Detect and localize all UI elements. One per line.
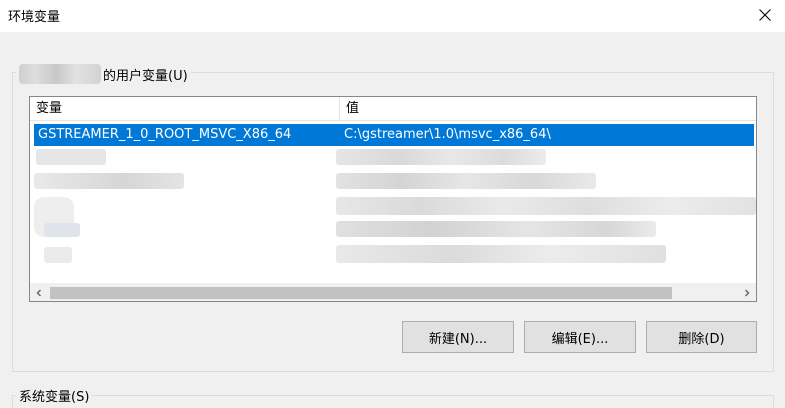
column-header-variable[interactable]: 变量 <box>30 97 340 121</box>
column-header-value[interactable]: 值 <box>340 97 756 121</box>
scroll-thumb[interactable] <box>50 287 672 299</box>
delete-button[interactable]: 删除(D) <box>646 321 757 353</box>
user-variables-label-text: 的用户变量(U) <box>103 68 188 84</box>
system-variables-group <box>12 395 774 408</box>
blurred-username <box>19 64 101 84</box>
close-button[interactable] <box>745 0 785 30</box>
system-variables-label: 系统变量(S) <box>16 386 93 405</box>
close-icon <box>759 9 771 21</box>
window-title: 环境变量 <box>8 10 61 25</box>
scroll-right-button[interactable] <box>738 284 756 301</box>
chevron-left-icon <box>36 289 41 297</box>
table-row[interactable]: GSTREAMER_1_0_ROOT_MSVC_X86_64 C:\gstrea… <box>34 124 754 146</box>
horizontal-scrollbar[interactable] <box>30 283 756 301</box>
user-variables-list[interactable]: 变量 值 GSTREAMER_1_0_ROOT_MSVC_X86_64 C:\g… <box>29 96 757 302</box>
chevron-right-icon <box>745 289 750 297</box>
variable-name: GSTREAMER_1_0_ROOT_MSVC_X86_64 <box>38 127 292 142</box>
scroll-left-button[interactable] <box>30 284 48 301</box>
user-variables-label: 的用户变量(U) <box>16 64 191 84</box>
new-button[interactable]: 新建(N)... <box>402 321 514 353</box>
variable-value: C:\gstreamer\1.0\msvc_x86_64\ <box>344 127 551 142</box>
edit-button[interactable]: 编辑(E)... <box>524 321 636 353</box>
list-header: 变量 值 <box>30 97 756 121</box>
title-bar: 环境变量 <box>0 0 785 32</box>
